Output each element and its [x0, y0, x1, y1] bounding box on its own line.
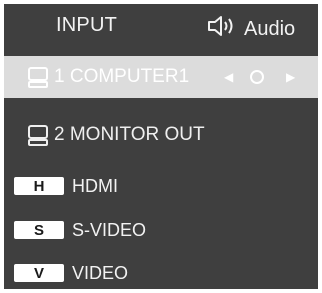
input-item-label: 2 MONITOR OUT — [54, 124, 205, 145]
speaker-icon — [206, 13, 238, 45]
source-badge: H — [14, 177, 64, 195]
source-label: VIDEO — [72, 262, 129, 283]
arrow-left-icon[interactable]: ◀ — [224, 56, 233, 98]
audio-tab[interactable]: Audio — [206, 13, 295, 45]
computer-icon — [28, 67, 48, 88]
input-item-label: 1 COMPUTER1 — [54, 66, 190, 87]
source-hdmi[interactable]: H HDMI — [4, 171, 318, 201]
source-badge: S — [14, 221, 64, 239]
input-item-computer1[interactable]: 1 COMPUTER1 ◀ ▶ — [4, 56, 318, 98]
source-badge: V — [14, 264, 64, 282]
source-video[interactable]: V VIDEO — [4, 258, 318, 288]
arrow-right-icon[interactable]: ▶ — [286, 56, 295, 98]
input-item-monitor-out[interactable]: 2 MONITOR OUT — [4, 115, 318, 155]
audio-label: Audio — [244, 17, 296, 40]
input-title: INPUT — [56, 14, 117, 36]
computer-icon — [28, 125, 48, 146]
source-label: S-VIDEO — [72, 219, 147, 240]
source-label: HDMI — [72, 175, 118, 196]
selected-ring-icon — [250, 56, 264, 98]
osd-header: INPUT Audio — [4, 4, 318, 48]
source-s-video[interactable]: S S-VIDEO — [4, 215, 318, 245]
input-osd-panel: INPUT Audio 1 COMPUTER1 ◀ ▶ 2 MONITOR OU… — [4, 4, 318, 289]
